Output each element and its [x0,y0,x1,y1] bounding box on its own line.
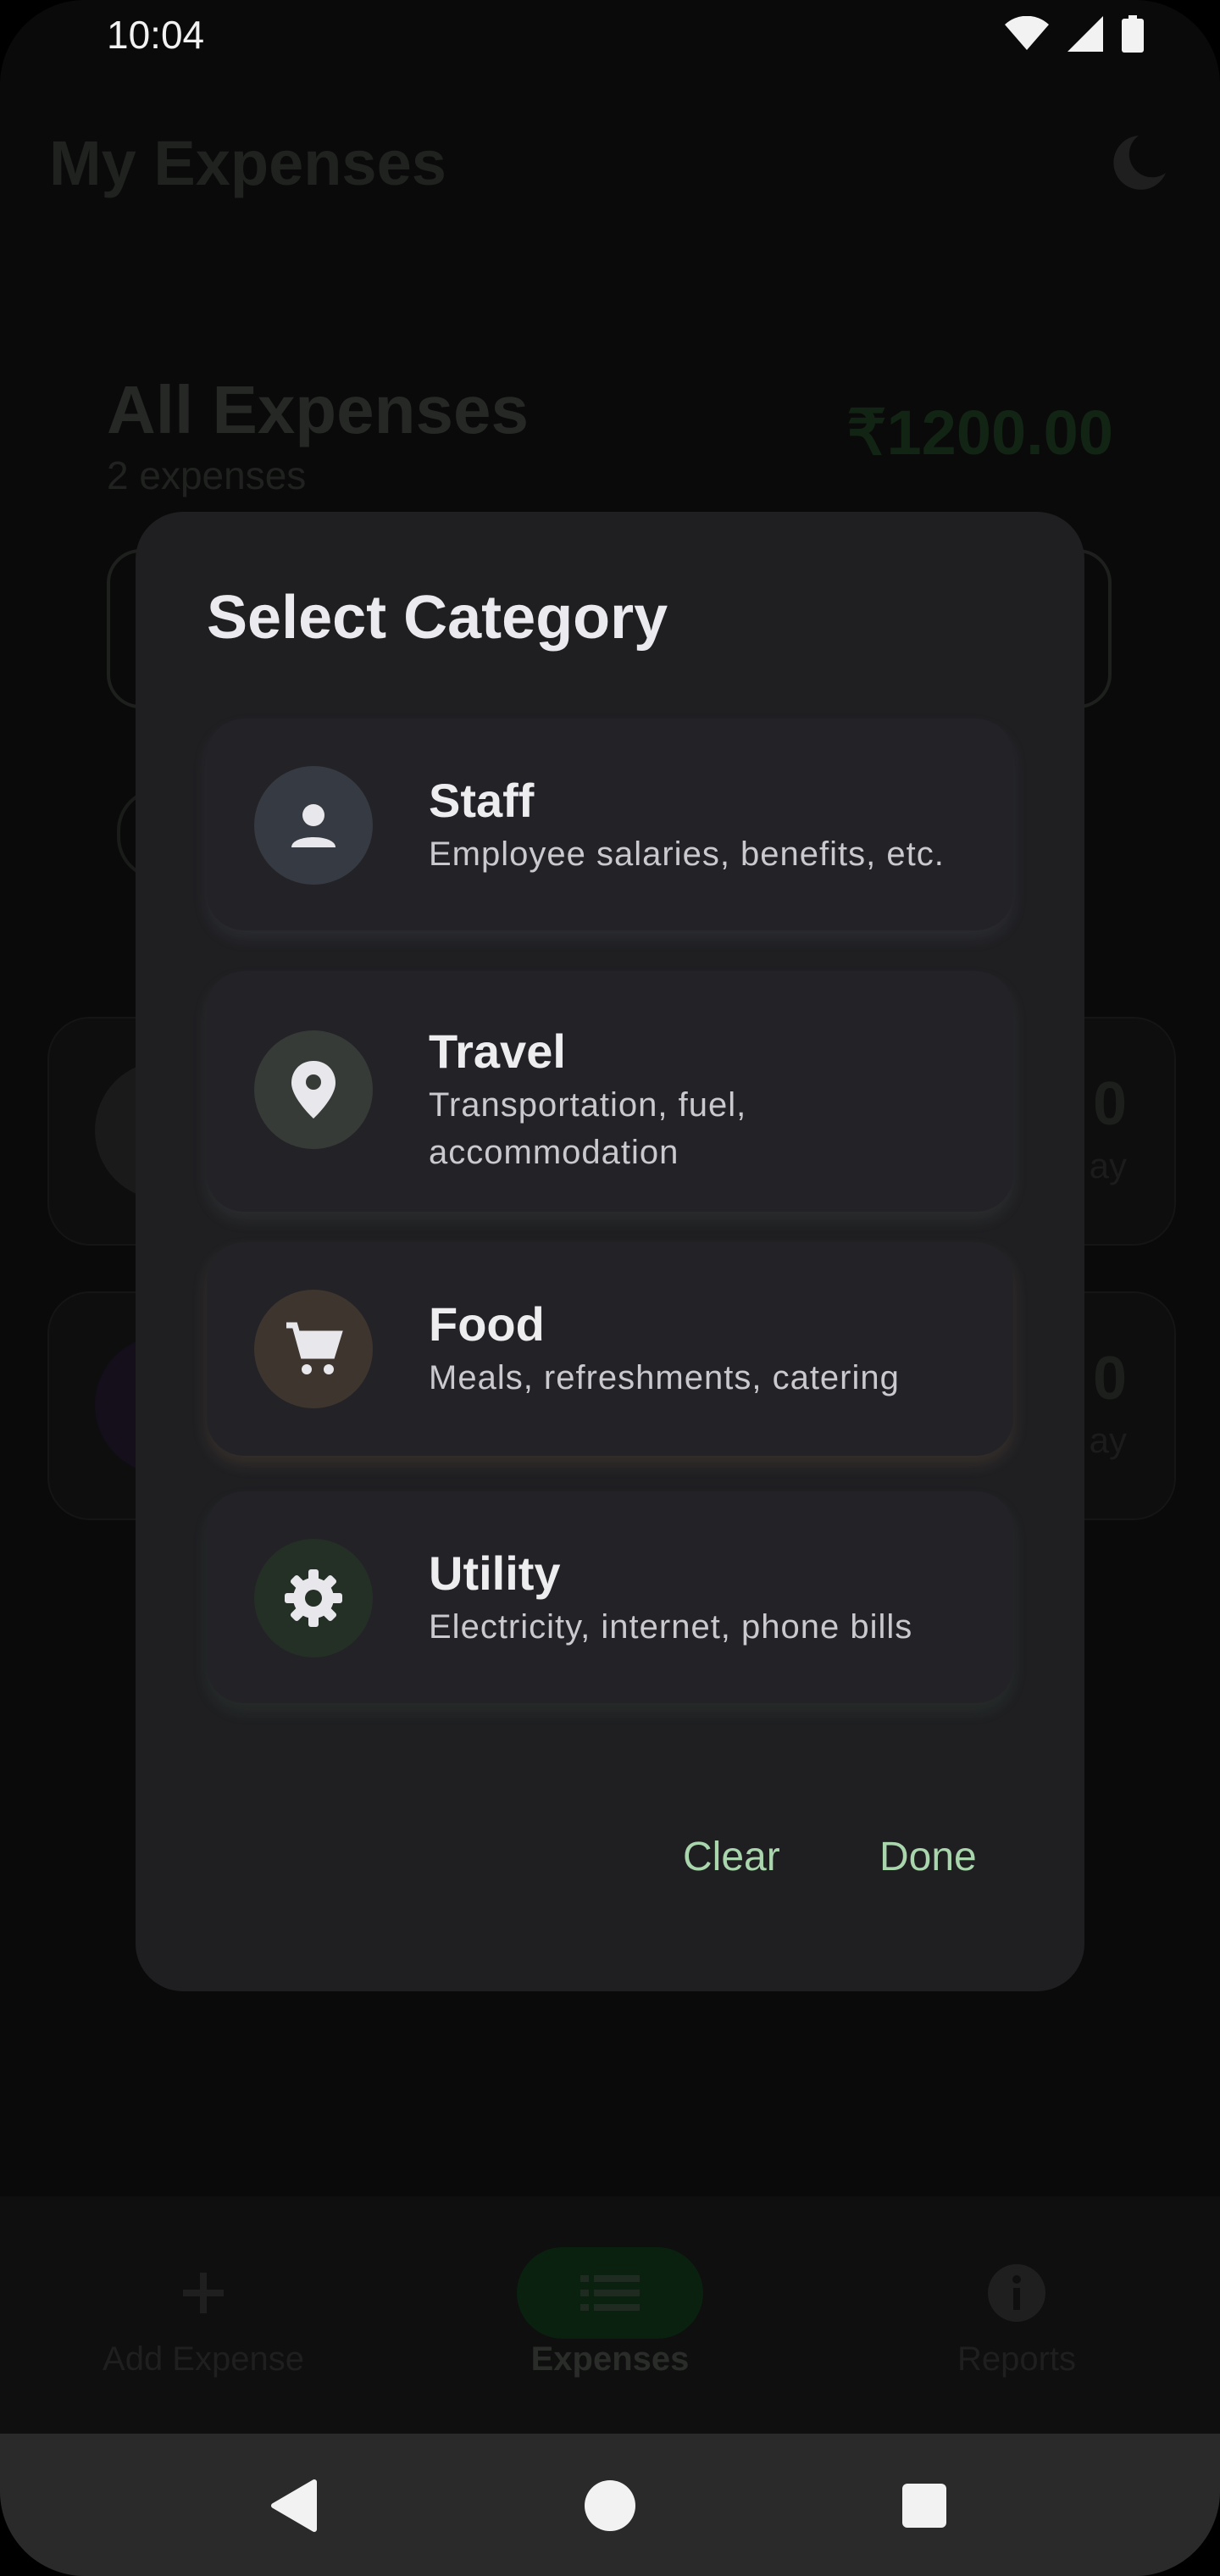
summary-total: ₹1200.00 [846,397,1113,468]
expense-amount: 0 [1092,1070,1127,1138]
nav-expenses[interactable]: Expenses [407,2196,813,2434]
expense-date: ay [1089,1420,1127,1460]
battery-icon [1122,15,1144,57]
bottom-navigation: Add Expense Expenses Reports [0,2196,1220,2434]
cart-icon [254,1290,373,1408]
system-navigation-bar [0,2434,1220,2576]
category-description: Electricity, internet, phone bills [429,1608,913,1646]
dialog-title: Select Category [207,584,668,652]
nav-add-expense[interactable]: Add Expense [0,2196,407,2434]
phone-screen: My Expenses All Expenses 2 expenses ₹120… [0,0,1220,2576]
info-icon [923,2247,1110,2339]
category-option-food[interactable]: Food Meals, refreshments, catering [207,1242,1013,1456]
summary-title: All Expenses [107,372,530,447]
gear-icon [254,1539,373,1657]
category-description: Meals, refreshments, catering [429,1359,900,1396]
wifi-icon [1005,15,1049,56]
app-title: My Expenses [49,128,446,198]
home-icon[interactable] [572,2468,648,2544]
clear-button[interactable]: Clear [683,1834,780,1880]
category-description: Employee salaries, benefits, etc. [429,836,945,873]
signal-icon [1068,16,1103,56]
status-bar: 10:04 [0,0,1220,76]
nav-label: Expenses [530,2340,690,2378]
category-name: Food [429,1297,545,1351]
nav-reports[interactable]: Reports [813,2196,1220,2434]
expense-amount: 0 [1092,1345,1127,1413]
nav-label: Reports [957,2340,1077,2378]
location-pin-icon [254,1030,373,1149]
select-category-dialog: Select Category Staff Employee salaries,… [136,512,1084,1991]
summary-count: 2 expenses [107,453,307,497]
status-icons [1005,15,1144,57]
category-option-travel[interactable]: Travel Transportation, fuel, accommodati… [207,971,1013,1212]
category-description: Transportation, fuel, accommodation [429,1086,747,1171]
category-name: Travel [429,1024,566,1078]
category-name: Utility [429,1546,561,1600]
done-button[interactable]: Done [879,1834,977,1880]
category-option-staff[interactable]: Staff Employee salaries, benefits, etc. [207,719,1013,930]
category-option-utility[interactable]: Utility Electricity, internet, phone bil… [207,1491,1013,1703]
list-icon [517,2247,703,2339]
recents-icon[interactable] [886,2468,962,2544]
nav-label: Add Expense [103,2340,304,2378]
expense-date: ay [1089,1146,1127,1185]
plus-icon [110,2247,297,2339]
back-icon[interactable] [256,2468,332,2544]
category-name: Staff [429,774,535,827]
person-icon [254,766,373,885]
theme-toggle-icon[interactable] [1105,129,1173,197]
status-time: 10:04 [107,13,205,57]
